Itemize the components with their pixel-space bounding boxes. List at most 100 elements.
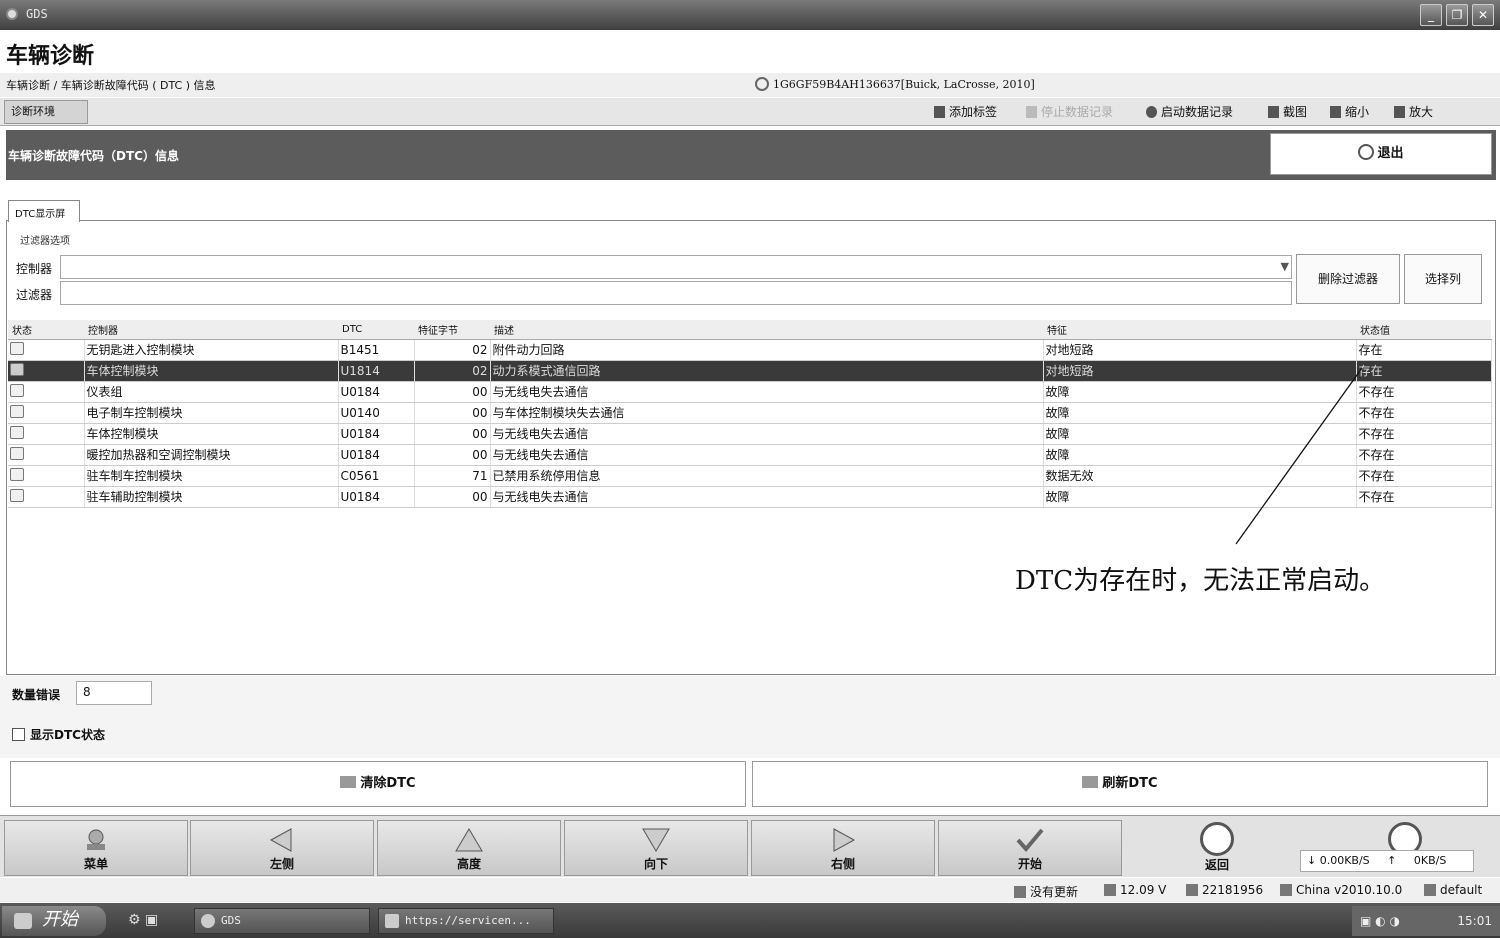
error-count-field: 8 <box>76 681 152 705</box>
tab-dtc-display[interactable]: DTC显示屏 <box>8 200 80 222</box>
cell-controller: 暖控加热器和空调控制模块 <box>84 444 339 466</box>
table-row[interactable]: 驻车制车控制模块 C0561 71 已禁用系统停用信息 数据无效 不存在 <box>8 465 1492 487</box>
table-row-selected[interactable]: 车体控制模块 U1814 02 动力系模式通信回路 对地短路 存在 <box>8 360 1492 382</box>
maximize-button[interactable]: ❐ <box>1446 4 1468 26</box>
show-dtc-status-label: 显示DTC状态 <box>30 728 105 742</box>
cell-feature: 故障 <box>1043 402 1357 424</box>
stop-recording-button[interactable]: 停止数据记录 <box>1026 103 1113 120</box>
cell-description: 与无线电失去通信 <box>490 444 1044 466</box>
exit-button[interactable]: 退出 <box>1270 133 1492 175</box>
table-row[interactable]: 无钥匙进入控制模块 B1451 02 附件动力回路 对地短路 存在 <box>8 339 1492 361</box>
show-dtc-status-checkbox[interactable] <box>12 728 25 741</box>
refresh-dtc-button[interactable]: 刷新DTC <box>752 761 1488 807</box>
dtc-row-icon <box>10 362 24 376</box>
table-row[interactable]: 仪表组 U0184 00 与无线电失去通信 故障 不存在 <box>8 381 1492 403</box>
arrow-down-icon <box>642 828 670 852</box>
cell-feature: 故障 <box>1043 423 1357 445</box>
back-button[interactable]: 返回 <box>1200 822 1234 873</box>
user-status: default <box>1424 883 1482 897</box>
cell-status: 不存在 <box>1356 486 1492 508</box>
vehicle-icon <box>755 77 769 91</box>
col-description[interactable]: 描述 <box>490 320 1043 340</box>
zoom-in-button[interactable]: 放大 <box>1394 103 1433 120</box>
tray-icons[interactable]: ▣ ◐ ◑ <box>1360 914 1400 928</box>
speed-up: 0KB/S <box>1413 854 1447 867</box>
table-header-row: 状态 控制器 DTC 特征字节 描述 特征 状态值 <box>8 320 1491 340</box>
clear-dtc-button[interactable]: 清除DTC <box>10 761 746 807</box>
table-row[interactable]: 暖控加热器和空调控制模块 U0184 00 与无线电失去通信 故障 不存在 <box>8 444 1492 466</box>
minimize-button[interactable]: _ <box>1420 4 1442 26</box>
close-button[interactable]: ✕ <box>1472 4 1494 26</box>
cell-status: 不存在 <box>1356 444 1492 466</box>
cell-status: 不存在 <box>1356 423 1492 445</box>
cell-dtc: U1814 <box>338 360 415 382</box>
row-status-cell <box>8 444 85 466</box>
select-columns-button[interactable]: 选择列 <box>1404 254 1482 304</box>
cell-feature: 对地短路 <box>1043 360 1357 382</box>
start-recording-label: 启动数据记录 <box>1161 105 1234 119</box>
zoom-out-button[interactable]: 缩小 <box>1330 103 1369 120</box>
left-label: 左侧 <box>269 857 294 871</box>
left-button[interactable]: 左侧 <box>190 820 374 876</box>
col-dtc[interactable]: DTC <box>338 320 414 340</box>
col-byte[interactable]: 特征字节 <box>414 320 490 340</box>
add-bookmark-button[interactable]: 添加标签 <box>934 103 997 120</box>
cell-description: 附件动力回路 <box>490 339 1044 361</box>
version-status: China v2010.10.0 <box>1280 883 1402 897</box>
col-controller[interactable]: 控制器 <box>84 320 338 340</box>
dtc-row-icon <box>10 488 24 502</box>
down-button[interactable]: 向下 <box>564 820 748 876</box>
cell-byte: 71 <box>414 465 491 487</box>
cell-feature: 故障 <box>1043 381 1357 403</box>
arrow-left-icon <box>269 828 292 852</box>
dtc-header: 车辆诊断故障代码（DTC）信息 退出 <box>6 130 1496 180</box>
screenshot-label: 截图 <box>1283 105 1308 119</box>
right-label: 右侧 <box>830 857 855 871</box>
dtc-table: 状态 控制器 DTC 特征字节 描述 特征 状态值 无钥匙进入控制模块 B145… <box>8 320 1492 508</box>
menu-button[interactable]: 菜单 <box>4 820 188 876</box>
menu-label: 菜单 <box>83 857 108 871</box>
col-status[interactable]: 状态 <box>8 320 84 340</box>
chevron-down-icon: ▼ <box>1280 260 1289 273</box>
dtc-row-icon <box>10 341 24 355</box>
annotation-text: DTC为存在时，无法正常启动。 <box>1015 566 1386 596</box>
row-status-cell <box>8 465 85 487</box>
col-status-value[interactable]: 状态值 <box>1356 320 1491 340</box>
col-feature[interactable]: 特征 <box>1043 320 1356 340</box>
cell-status: 存在 <box>1356 339 1492 361</box>
table-row[interactable]: 车体控制模块 U0184 00 与无线电失去通信 故障 不存在 <box>8 423 1492 445</box>
user-icon <box>1424 884 1436 896</box>
page-title: 车辆诊断 <box>6 43 95 69</box>
browser-task-icon <box>385 914 399 928</box>
table-row[interactable]: 电子制车控制模块 U0140 00 与车体控制模块失去通信 故障 不存在 <box>8 402 1492 424</box>
remove-filter-button[interactable]: 删除过滤器 <box>1296 254 1400 304</box>
taskbar-item-gds[interactable]: GDS <box>194 908 370 934</box>
cell-dtc: U0184 <box>338 381 415 403</box>
tab-diagnostic-environment[interactable]: 诊断环境 <box>4 100 88 124</box>
screenshot-button[interactable]: 截图 <box>1268 103 1307 120</box>
back-circle-icon <box>1200 822 1234 856</box>
cell-controller: 车体控制模块 <box>84 423 339 445</box>
filter-section-title: 过滤器选项 <box>20 236 70 247</box>
serial-text: 22181956 <box>1202 883 1264 897</box>
quick-launch-icons[interactable]: ⚙ ▣ <box>128 912 158 928</box>
dtc-row-icon <box>10 383 24 397</box>
row-status-cell <box>8 339 85 361</box>
start-menu-button[interactable]: 开始 <box>2 906 106 936</box>
table-row[interactable]: 驻车辅助控制模块 U0184 00 与无线电失去通信 故障 不存在 <box>8 486 1492 508</box>
menu-icon <box>87 829 105 850</box>
right-button[interactable]: 右侧 <box>751 820 935 876</box>
cell-byte: 00 <box>414 402 491 424</box>
down-label: 向下 <box>643 857 668 871</box>
up-button[interactable]: 高度 <box>377 820 561 876</box>
start-recording-button[interactable]: 启动数据记录 <box>1146 103 1233 120</box>
taskbar-item-browser[interactable]: https://servicen... <box>378 908 554 934</box>
cell-byte: 00 <box>414 486 491 508</box>
cell-byte: 02 <box>414 360 491 382</box>
dtc-header-title: 车辆诊断故障代码（DTC）信息 <box>8 149 179 163</box>
cell-controller: 无钥匙进入控制模块 <box>84 339 339 361</box>
controller-select[interactable]: ▼ <box>60 255 1292 279</box>
filter-input[interactable] <box>60 281 1292 305</box>
start-button[interactable]: 开始 <box>938 820 1122 876</box>
device-icon <box>1186 884 1198 896</box>
